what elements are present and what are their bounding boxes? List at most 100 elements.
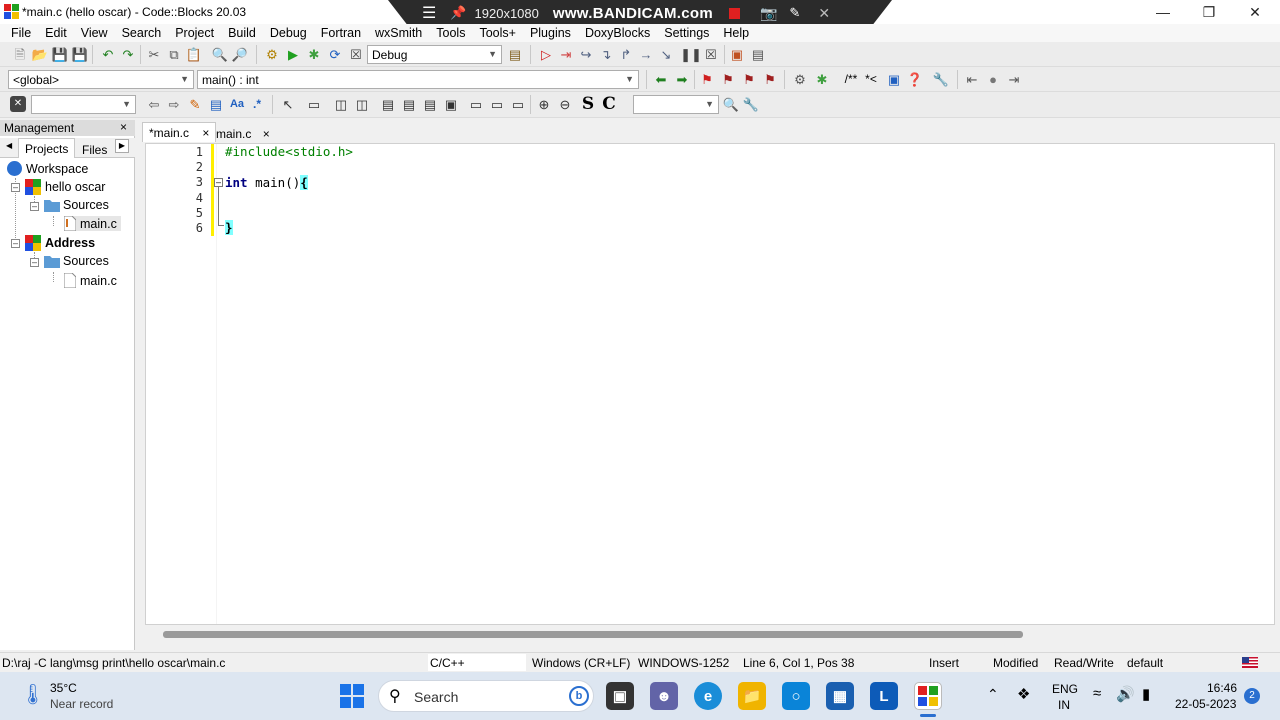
windows-start-icon[interactable]	[340, 684, 364, 711]
tree-file-main-c-selected[interactable]: main.c	[64, 216, 121, 231]
if-block-icon[interactable]: ◫	[333, 96, 349, 112]
paste-icon[interactable]: 📋	[186, 46, 202, 62]
search-forward-icon[interactable]: ⇨	[166, 96, 182, 112]
selected-text-only-icon[interactable]: ▤	[208, 96, 224, 112]
loop-block-icon[interactable]: ◫	[354, 96, 370, 112]
replace-icon[interactable]: 🔎	[232, 46, 248, 62]
run-icon[interactable]: ▶	[285, 46, 301, 62]
dropbox-icon[interactable]: ❖	[1017, 685, 1030, 703]
menu-edit[interactable]: Edit	[38, 26, 74, 40]
stop-debugger-icon[interactable]: ☒	[703, 46, 719, 62]
app-circle-icon[interactable]: ○	[782, 682, 810, 710]
collapse-project-icon[interactable]: –	[11, 183, 20, 192]
clock-date[interactable]: 22-05-2023	[1175, 697, 1236, 711]
break-debugger-icon[interactable]: ❚❚	[680, 46, 702, 62]
find-options-icon[interactable]: 🔧	[743, 96, 759, 112]
break-icon[interactable]: ▤	[422, 96, 438, 112]
redo-icon[interactable]: ↷	[120, 46, 136, 62]
default-icon[interactable]: ▭	[510, 96, 526, 112]
case-icon[interactable]: ▭	[489, 96, 505, 112]
target-options-icon[interactable]: ▤	[507, 46, 523, 62]
pin-icon[interactable]: 📌	[450, 5, 466, 21]
tab-scroll-right-icon[interactable]: ▶	[115, 139, 129, 153]
menu-project[interactable]: Project	[168, 26, 221, 40]
rebuild-icon[interactable]: ⟳	[327, 46, 343, 62]
build-target-select[interactable]: Debug ▼	[367, 45, 502, 64]
zoom-in-icon[interactable]: ⊕	[536, 96, 552, 112]
doxy-chm-icon[interactable]: ❓	[907, 71, 923, 87]
fold-collapse-icon[interactable]: –	[214, 178, 223, 187]
next-bookmark-icon[interactable]: ⚑	[741, 71, 757, 87]
wifi-icon[interactable]: ≈	[1093, 685, 1101, 702]
task-view-icon[interactable]: ▣	[606, 682, 634, 710]
select-cursor-icon[interactable]: ↖	[280, 96, 296, 112]
tree-project-address-active[interactable]: Address	[25, 235, 95, 251]
next-line-icon[interactable]: ↪	[578, 46, 594, 62]
lang-region[interactable]: IN	[1058, 698, 1070, 712]
nassi-search-input[interactable]: ▼	[633, 95, 719, 114]
code-editor[interactable]: 1 2 3 4 5 6 – #include<stdio.h> int main…	[145, 143, 1275, 625]
next-change-icon[interactable]: ⇥	[1006, 71, 1022, 87]
cut-icon[interactable]: ✂	[146, 46, 162, 62]
debugging-windows-icon[interactable]: ▣	[729, 46, 745, 62]
scrollbar-thumb[interactable]	[163, 631, 1023, 638]
maximize-button[interactable]: ❐	[1186, 0, 1232, 24]
undo-icon[interactable]: ↶	[100, 46, 116, 62]
function-select[interactable]: main() : int ▼	[197, 70, 639, 89]
doxy-html-icon[interactable]: ▣	[886, 71, 902, 87]
tray-chevron-up-icon[interactable]: ⌃	[987, 686, 999, 703]
thermometer-icon[interactable]: 🌡	[20, 682, 45, 707]
jump-back-icon[interactable]: ⬅	[653, 71, 669, 87]
doxy-comment-block-button[interactable]: /**	[840, 71, 862, 87]
minimize-button[interactable]: —	[1140, 0, 1186, 24]
teams-chat-icon[interactable]: ☻	[650, 682, 678, 710]
menu-build[interactable]: Build	[221, 26, 263, 40]
change-marker-icon[interactable]: ●	[985, 71, 1001, 87]
weather-temp[interactable]: 35°C	[50, 681, 77, 695]
close-tab-icon[interactable]: ×	[202, 126, 209, 140]
doxy-extract-icon[interactable]: ⚙	[792, 71, 808, 87]
notification-badge[interactable]: 2	[1244, 688, 1260, 704]
close-overlay-icon[interactable]: ✕	[818, 5, 830, 22]
hamburger-icon[interactable]: ☰	[422, 3, 436, 23]
clock-time[interactable]: 16:46	[1207, 681, 1237, 695]
build-icon[interactable]: ⚙	[264, 46, 280, 62]
volume-icon[interactable]: 🔊	[1116, 685, 1135, 703]
doxy-comment-line-button[interactable]: *<	[862, 71, 880, 87]
menu-file[interactable]: File	[4, 26, 38, 40]
copy-icon[interactable]: ⧉	[166, 46, 182, 62]
tab-files[interactable]: Files	[78, 140, 111, 160]
close-window-button[interactable]: ✕	[1232, 0, 1278, 24]
menu-search[interactable]: Search	[115, 26, 169, 40]
match-case-icon[interactable]: Aa	[229, 96, 245, 112]
structogram-s-icon[interactable]: S	[580, 95, 596, 112]
codeblocks-taskbar-icon[interactable]	[914, 682, 942, 710]
menu-doxyblocks[interactable]: DoxyBlocks	[578, 26, 657, 40]
find-text-icon[interactable]: 🔍	[723, 96, 739, 112]
collapse-project-icon[interactable]: –	[11, 239, 20, 248]
app-l-icon[interactable]: L	[870, 682, 898, 710]
source-c-icon[interactable]: C	[601, 95, 617, 112]
run-to-cursor-icon[interactable]: ⇥	[558, 46, 574, 62]
bing-icon[interactable]: b	[569, 686, 589, 706]
menu-tools-plus[interactable]: Tools+	[472, 26, 522, 40]
tree-sources-2[interactable]: Sources	[44, 254, 109, 268]
highlight-icon[interactable]: ✎	[187, 96, 203, 112]
find-icon[interactable]: 🔍	[212, 46, 228, 62]
clear-search-icon[interactable]: ✕	[10, 96, 26, 112]
menu-help[interactable]: Help	[716, 26, 756, 40]
toggle-bookmark-icon[interactable]: ⚑	[699, 71, 715, 87]
menu-settings[interactable]: Settings	[657, 26, 716, 40]
microsoft-store-icon[interactable]: ▦	[826, 682, 854, 710]
abort-icon[interactable]: ☒	[348, 46, 364, 62]
open-file-icon[interactable]: 📂	[32, 46, 48, 62]
various-info-icon[interactable]: ▤	[750, 46, 766, 62]
menu-view[interactable]: View	[74, 26, 115, 40]
continue-icon[interactable]: ▣	[443, 96, 459, 112]
menu-debug[interactable]: Debug	[263, 26, 314, 40]
tab-main-c-modified[interactable]: *main.c ×	[142, 122, 217, 142]
return-icon[interactable]: ▭	[468, 96, 484, 112]
edge-browser-icon[interactable]: e	[694, 682, 722, 710]
menu-wxsmith[interactable]: wxSmith	[368, 26, 429, 40]
battery-icon[interactable]: ▮	[1142, 685, 1150, 703]
